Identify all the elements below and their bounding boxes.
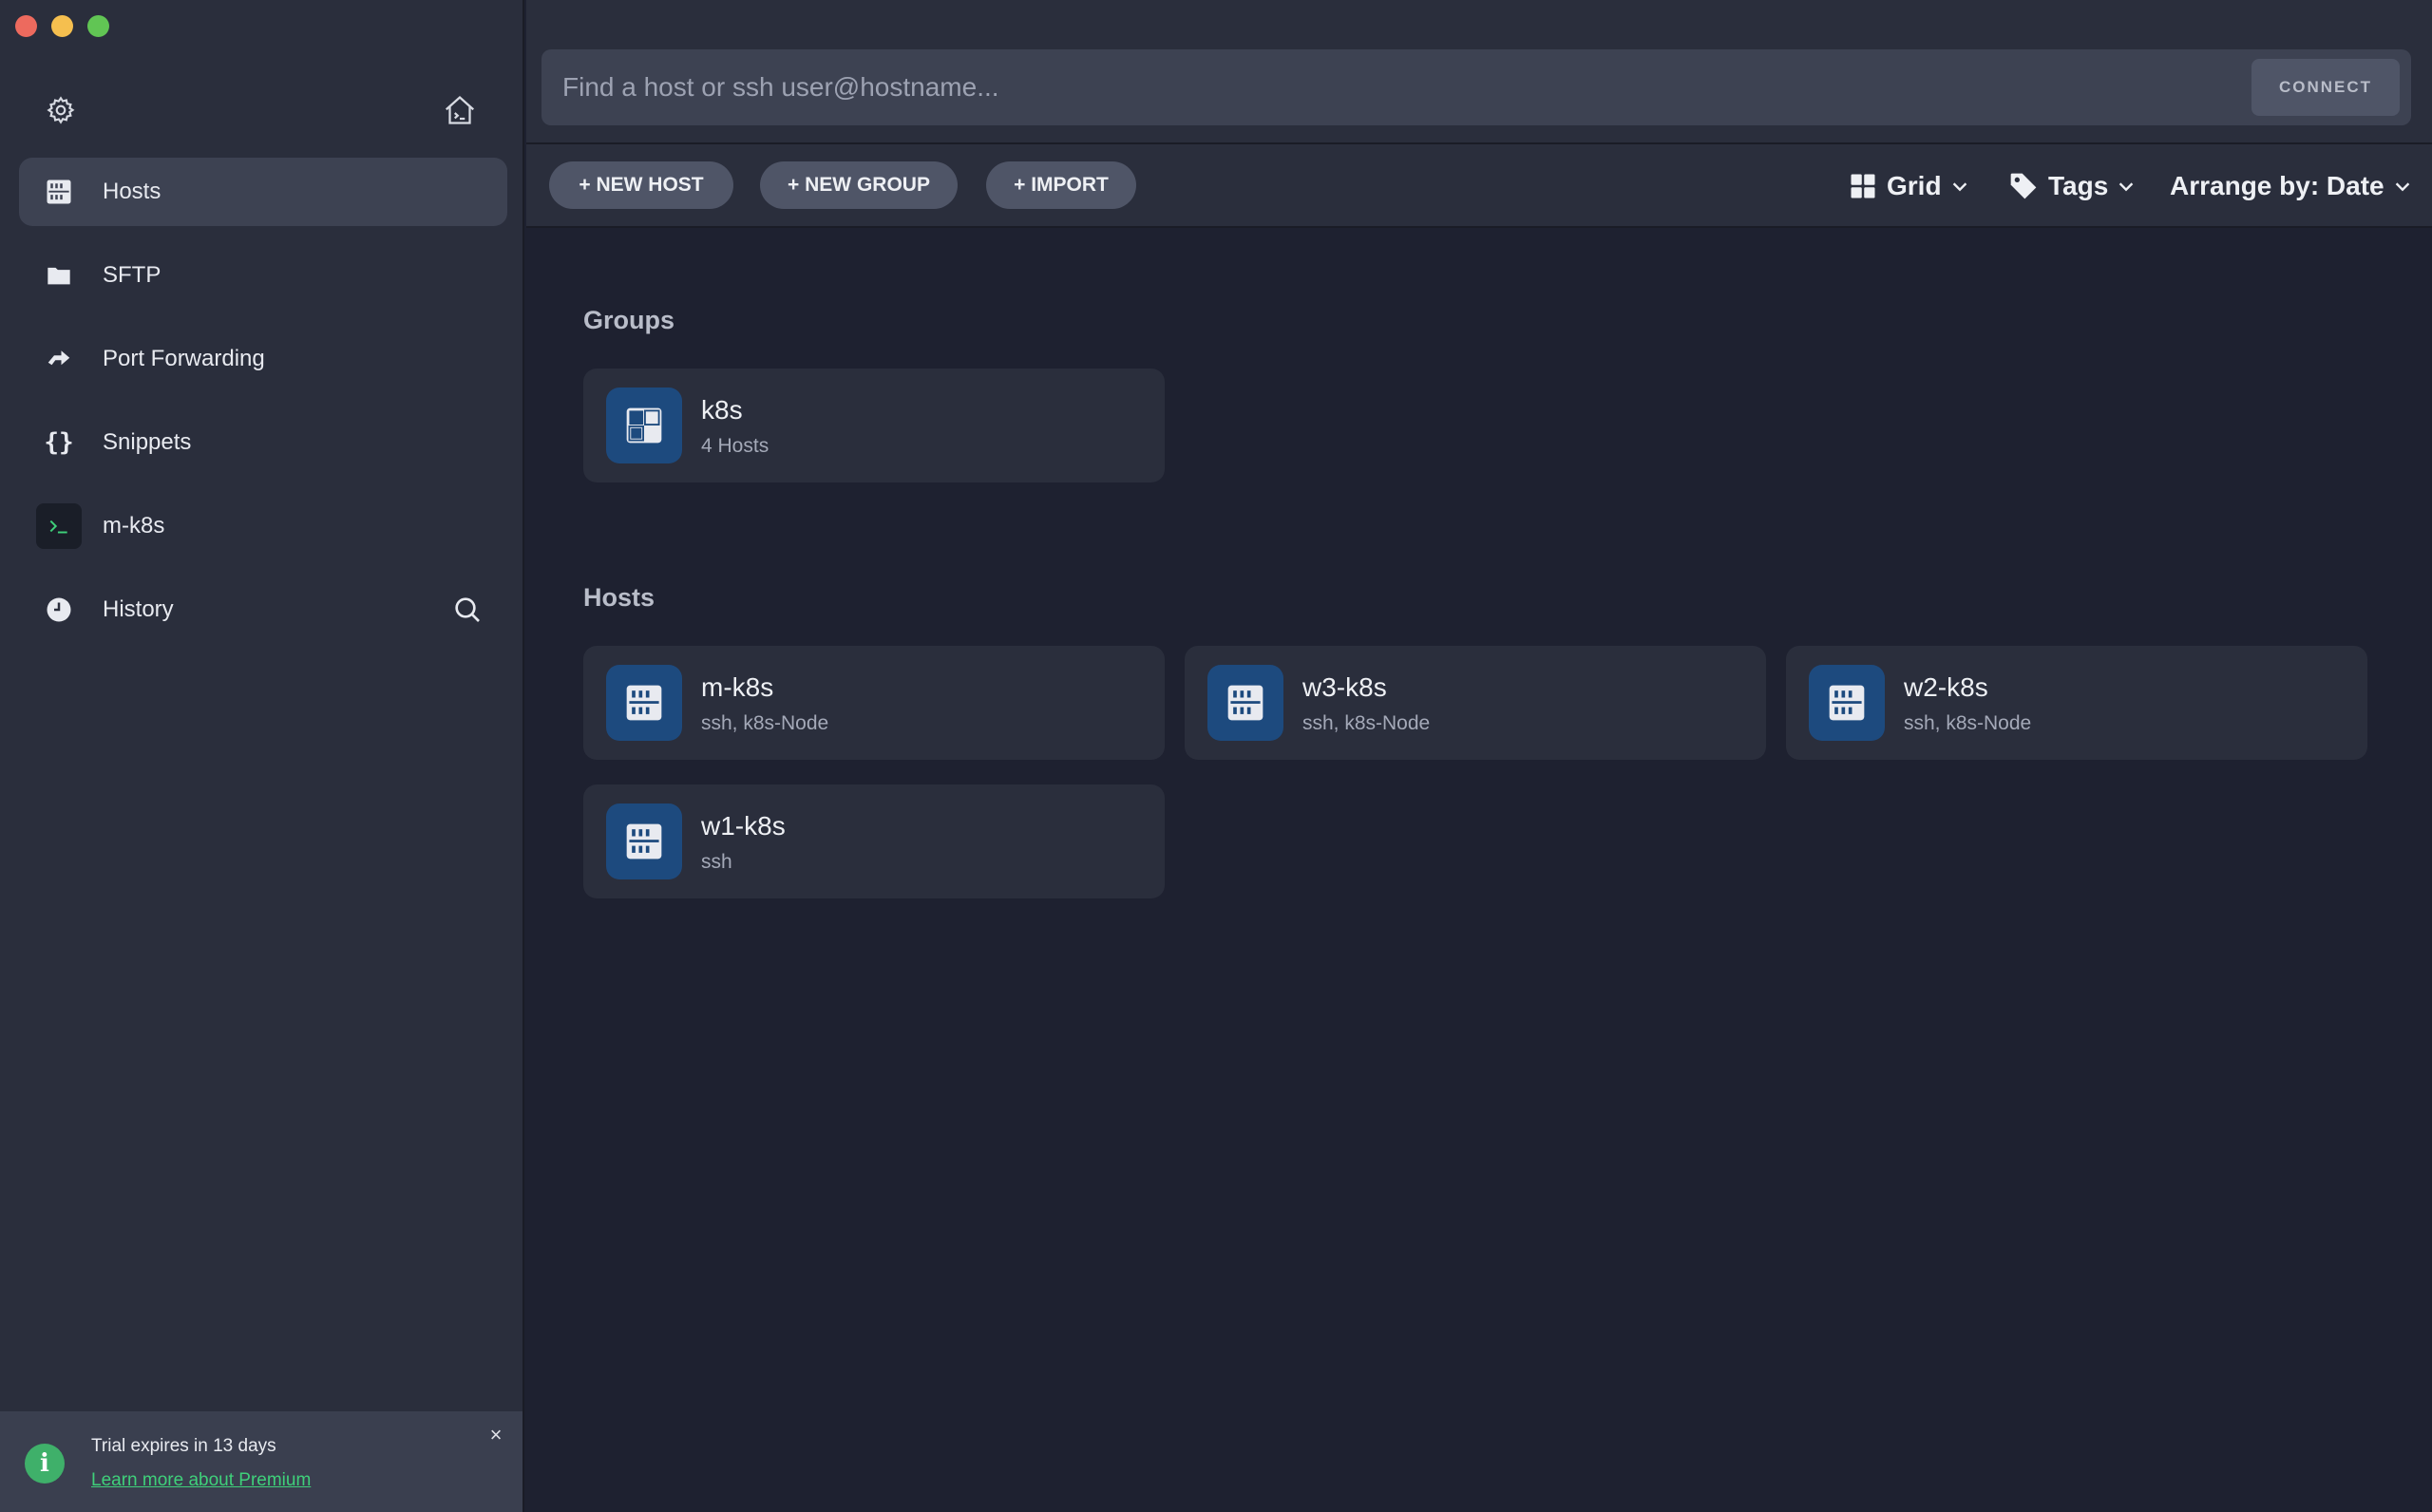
server-icon (1207, 665, 1283, 741)
view-mode-label: Grid (1887, 171, 1942, 200)
server-icon (606, 665, 682, 741)
chevron-down-icon (2395, 182, 2409, 192)
sidebar-item-label: Hosts (103, 179, 162, 204)
trial-banner: i Trial expires in 13 days Learn more ab… (0, 1411, 522, 1512)
import-button[interactable]: + IMPORT (986, 161, 1136, 209)
group-card[interactable]: k8s 4 Hosts (583, 369, 1165, 482)
port-forward-icon (44, 344, 74, 374)
window-controls (15, 15, 109, 37)
close-banner-button[interactable]: × (483, 1423, 509, 1449)
sidebar-item-snippets[interactable]: {} Snippets (19, 408, 507, 477)
tags-label: Tags (2048, 171, 2109, 200)
close-window-button[interactable] (15, 15, 37, 37)
host-name: w2-k8s (1904, 672, 1988, 702)
group-name: k8s (701, 395, 743, 425)
sidebar-item-label: m-k8s (103, 513, 165, 539)
folder-icon (44, 260, 74, 291)
tags-dropdown[interactable]: Tags (2008, 165, 2137, 207)
sidebar-item-label: History (103, 596, 174, 622)
host-name: w3-k8s (1302, 672, 1387, 702)
new-group-button[interactable]: + NEW GROUP (760, 161, 958, 209)
host-tags: ssh, k8s-Node (701, 712, 829, 734)
group-host-count: 4 Hosts (701, 435, 770, 457)
group-icon (606, 387, 682, 463)
sidebar-item-sftp[interactable]: SFTP (19, 241, 507, 310)
server-icon (1809, 665, 1885, 741)
info-icon: i (25, 1444, 65, 1484)
host-name: m-k8s (701, 672, 774, 702)
host-card[interactable]: w2-k8s ssh, k8s-Node (1786, 646, 2367, 760)
server-icon (606, 803, 682, 879)
app-window: Hosts SFTP Port Forwarding {} Snippets m… (0, 0, 2432, 1512)
sidebar-nav: Hosts SFTP Port Forwarding {} Snippets m… (19, 158, 507, 659)
hosts-content: Groups k8s 4 Hosts Hosts m-k8s ssh, k8s-… (526, 230, 2432, 1512)
search-input[interactable] (542, 49, 2232, 125)
sidebar: Hosts SFTP Port Forwarding {} Snippets m… (0, 0, 524, 1512)
sidebar-item-label: Snippets (103, 429, 192, 455)
hosts-icon (44, 177, 74, 207)
host-card[interactable]: m-k8s ssh, k8s-Node (583, 646, 1165, 760)
sidebar-item-hosts[interactable]: Hosts (19, 158, 507, 226)
premium-link[interactable]: Learn more about Premium (91, 1470, 311, 1491)
chevron-down-icon (1952, 182, 1966, 192)
gear-icon (47, 96, 75, 124)
sidebar-item-label: SFTP (103, 262, 162, 288)
grid-icon (1851, 174, 1875, 198)
terminal-icon (36, 503, 82, 549)
trial-text: Trial expires in 13 days (91, 1436, 276, 1456)
search-bar: CONNECT (526, 0, 2432, 144)
settings-button[interactable] (44, 93, 78, 127)
hosts-heading: Hosts (583, 583, 656, 612)
minimize-window-button[interactable] (51, 15, 73, 37)
zoom-window-button[interactable] (87, 15, 109, 37)
history-search-button[interactable] (450, 593, 484, 627)
main-panel: CONNECT + NEW HOST + NEW GROUP + IMPORT … (526, 0, 2432, 1512)
host-tags: ssh, k8s-Node (1904, 712, 2032, 734)
sidebar-item-port-forwarding[interactable]: Port Forwarding (19, 325, 507, 393)
sidebar-item-history[interactable]: History (19, 576, 507, 644)
new-host-button[interactable]: + NEW HOST (549, 161, 733, 209)
sidebar-item-label: Port Forwarding (103, 346, 265, 371)
search-icon (455, 597, 480, 622)
braces-icon: {} (44, 428, 74, 457)
toolbar: + NEW HOST + NEW GROUP + IMPORT Grid Tag… (526, 144, 2432, 228)
clock-icon (44, 595, 74, 625)
search-box: CONNECT (542, 49, 2411, 125)
tag-icon (2010, 173, 2037, 199)
host-name: w1-k8s (701, 811, 786, 841)
groups-heading: Groups (583, 306, 675, 334)
home-terminal-icon (445, 95, 475, 124)
arrange-label: Arrange by: Date (2170, 171, 2384, 200)
local-terminal-button[interactable] (443, 93, 477, 127)
connect-button[interactable]: CONNECT (2252, 59, 2400, 116)
host-tags: ssh, k8s-Node (1302, 712, 1431, 734)
host-card[interactable]: w1-k8s ssh (583, 784, 1165, 898)
view-mode-dropdown[interactable]: Grid (1849, 165, 1970, 207)
chevron-down-icon (2119, 182, 2134, 192)
sidebar-item-session-m-k8s[interactable]: m-k8s (19, 492, 507, 560)
host-tags: ssh (701, 851, 732, 873)
host-card[interactable]: w3-k8s ssh, k8s-Node (1185, 646, 1766, 760)
arrange-dropdown[interactable]: Arrange by: Date (2170, 165, 2413, 207)
